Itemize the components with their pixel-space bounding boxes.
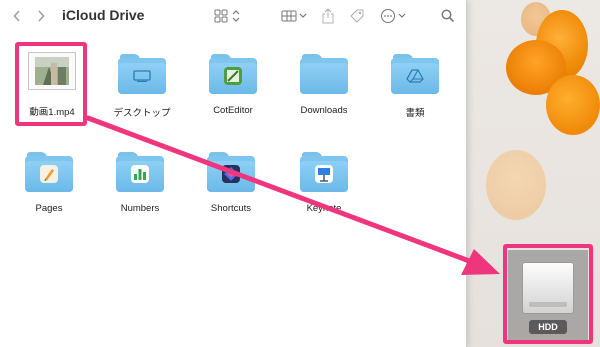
folder-label: デスクトップ (113, 108, 171, 119)
file-highlight-frame (15, 42, 87, 126)
tag-icon[interactable] (348, 6, 366, 26)
pages-folder-icon (25, 152, 73, 192)
folder-item-downloads[interactable]: Downloads (279, 52, 369, 122)
folder-item-pages[interactable]: Pages (4, 150, 94, 220)
ellipsis-circle-icon[interactable] (380, 6, 408, 26)
coteditor-folder-icon (209, 54, 257, 94)
wallpaper-orange (486, 150, 546, 220)
folder-item-desktop[interactable]: デスクトップ (97, 52, 187, 122)
folder-item-documents[interactable]: 書類 (370, 52, 460, 122)
folder-label: Pages (35, 203, 63, 214)
drive-highlight-frame (503, 244, 593, 344)
drive-folder-icon (391, 54, 439, 94)
keynote-folder-icon (300, 152, 348, 192)
folder-label: CotEditor (213, 105, 253, 116)
folder-label: Shortcuts (210, 203, 252, 214)
desktop-folder-icon (118, 54, 166, 94)
share-icon[interactable] (320, 6, 336, 26)
folder-item-coteditor[interactable]: CotEditor (188, 52, 278, 122)
chevron-left-icon[interactable] (10, 6, 24, 26)
folder-item-shortcuts[interactable]: Shortcuts (186, 150, 276, 220)
finder-toolbar: iCloud Drive (0, 0, 466, 32)
folder-label: Keynote (306, 203, 342, 214)
wallpaper-orange (546, 75, 600, 135)
folder-item-keynote[interactable]: Keynote (279, 150, 369, 220)
folder-label: 書類 (405, 108, 425, 119)
group-grid-icon[interactable] (281, 6, 309, 26)
shortcuts-folder-icon (207, 152, 255, 192)
chevron-right-icon[interactable] (34, 6, 48, 26)
search-icon[interactable] (440, 6, 456, 26)
window-title: iCloud Drive (62, 7, 145, 23)
folder-label: Downloads (300, 105, 348, 116)
folder-item-numbers[interactable]: Numbers (95, 150, 185, 220)
grid-view-icon[interactable] (214, 6, 242, 26)
numbers-folder-icon (116, 152, 164, 192)
folder-label: Numbers (120, 203, 160, 214)
folder-icon (300, 54, 348, 94)
